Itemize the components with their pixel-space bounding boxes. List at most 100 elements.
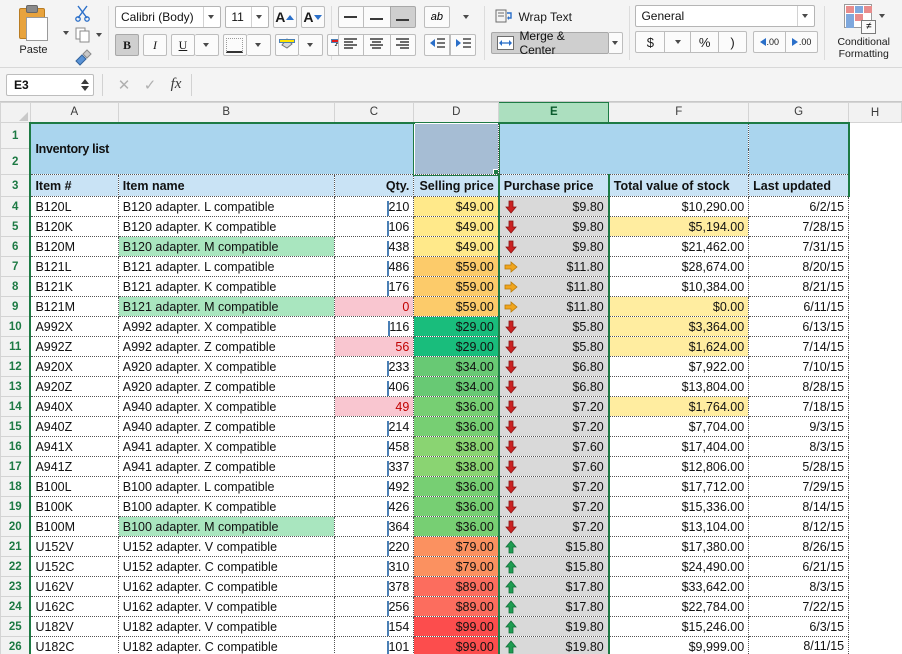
cell-item-no[interactable]: B121M (30, 297, 118, 317)
cell-purchase-price[interactable]: $7.20 (499, 397, 609, 417)
header-total-value[interactable]: Total value of stock (609, 175, 749, 197)
cell-selling-price[interactable]: $29.00 (414, 317, 499, 337)
header-item-no[interactable]: Item # (30, 175, 118, 197)
format-painter-button[interactable] (73, 47, 102, 67)
cell-qty[interactable]: 458 (334, 437, 414, 457)
cell-item-no[interactable]: A992Z (30, 337, 118, 357)
cell-purchase-price[interactable]: $7.60 (499, 437, 609, 457)
cell-item-no[interactable]: B100L (30, 477, 118, 497)
cell-selling-price[interactable]: $36.00 (414, 477, 499, 497)
cell-h1[interactable] (849, 123, 902, 149)
cell-item-name[interactable]: B120 adapter. L compatible (118, 197, 334, 217)
cell-item-no[interactable]: A992X (30, 317, 118, 337)
row-header-25[interactable]: 25 (1, 617, 31, 637)
decrease-decimal-button[interactable]: .00 (786, 31, 819, 53)
cell-item-name[interactable]: B100 adapter. L compatible (118, 477, 334, 497)
cell-total-value[interactable]: $13,804.00 (609, 377, 749, 397)
cell-qty[interactable]: 364 (334, 517, 414, 537)
merge-center-button[interactable]: Merge & Center (491, 32, 608, 54)
accounting-dropdown-arrow[interactable] (665, 31, 691, 53)
cell-purchase-price[interactable]: $17.80 (499, 577, 609, 597)
cell-purchase-price[interactable]: $7.60 (499, 457, 609, 477)
row-header-5[interactable]: 5 (1, 217, 31, 237)
name-box-spinner[interactable] (81, 79, 91, 91)
cell-qty[interactable]: 378 (334, 577, 414, 597)
header-last-updated[interactable]: Last updated (749, 175, 849, 197)
cell-purchase-price[interactable]: $9.80 (499, 237, 609, 257)
cell-selling-price[interactable]: $49.00 (414, 217, 499, 237)
cell-selling-price[interactable]: $36.00 (414, 497, 499, 517)
cell-total-value[interactable]: $15,246.00 (609, 617, 749, 637)
cell-last-updated[interactable]: 8/3/15 (749, 577, 849, 597)
cell-total-value[interactable]: $17,380.00 (609, 537, 749, 557)
cell-total-value[interactable]: $3,364.00 (609, 317, 749, 337)
cell-empty-h[interactable] (849, 557, 902, 577)
cell-total-value[interactable]: $10,290.00 (609, 197, 749, 217)
number-format-dropdown-arrow[interactable] (797, 6, 812, 26)
cell-purchase-price[interactable]: $5.80 (499, 317, 609, 337)
cell-qty[interactable]: 214 (334, 417, 414, 437)
align-top-button[interactable] (338, 6, 364, 28)
align-center-button[interactable] (364, 34, 390, 56)
row-header-16[interactable]: 16 (1, 437, 31, 457)
sheet-title[interactable]: Inventory list (30, 123, 413, 175)
fx-icon[interactable]: fx (163, 76, 189, 93)
cell-empty-h[interactable] (849, 277, 902, 297)
cell-total-value[interactable]: $28,674.00 (609, 257, 749, 277)
cell-total-value[interactable]: $0.00 (609, 297, 749, 317)
cell-last-updated[interactable]: 6/2/15 (749, 197, 849, 217)
row-header-21[interactable]: 21 (1, 537, 31, 557)
row-header-11[interactable]: 11 (1, 337, 31, 357)
cell-last-updated[interactable]: 8/26/15 (749, 537, 849, 557)
cell-selling-price[interactable]: $79.00 (414, 557, 499, 577)
paste-dropdown-arrow[interactable] (61, 0, 69, 40)
cell-last-updated[interactable]: 7/29/15 (749, 477, 849, 497)
row-header-7[interactable]: 7 (1, 257, 31, 277)
cell-selling-price[interactable]: $49.00 (414, 197, 499, 217)
cell-last-updated[interactable]: 6/13/15 (749, 317, 849, 337)
header-item-name[interactable]: Item name (118, 175, 334, 197)
confirm-icon[interactable]: ✓ (137, 76, 163, 94)
cell-qty[interactable]: 49 (334, 397, 414, 417)
cell-item-name[interactable]: U162 adapter. V compatible (118, 597, 334, 617)
decrease-indent-button[interactable] (424, 34, 450, 56)
header-selling-price[interactable]: Selling price (414, 175, 499, 197)
cell-selling-price[interactable]: $99.00 (414, 637, 499, 654)
cell-item-name[interactable]: B100 adapter. K compatible (118, 497, 334, 517)
cell-last-updated[interactable]: 8/14/15 (749, 497, 849, 517)
row-header-2[interactable]: 2 (1, 149, 31, 175)
align-bottom-button[interactable] (390, 6, 416, 28)
cell-item-no[interactable]: B100K (30, 497, 118, 517)
cell-total-value[interactable]: $12,806.00 (609, 457, 749, 477)
cell-last-updated[interactable]: 8/12/15 (749, 517, 849, 537)
cell-item-name[interactable]: B121 adapter. K compatible (118, 277, 334, 297)
cell-purchase-price[interactable]: $9.80 (499, 197, 609, 217)
cell-last-updated[interactable]: 6/11/15 (749, 297, 849, 317)
cell-item-no[interactable]: A941X (30, 437, 118, 457)
row-header-6[interactable]: 6 (1, 237, 31, 257)
row-header-26[interactable]: 26 (1, 637, 31, 654)
merge-center-dropdown-arrow[interactable] (609, 32, 623, 54)
cell-selling-price[interactable]: $59.00 (414, 277, 499, 297)
cell-qty[interactable]: 101 (334, 637, 414, 654)
cell-empty-h[interactable] (849, 397, 902, 417)
align-middle-button[interactable] (364, 6, 390, 28)
cell-selling-price[interactable]: $29.00 (414, 337, 499, 357)
font-size-combo[interactable]: 11 (225, 6, 268, 28)
cell-purchase-price[interactable]: $11.80 (499, 297, 609, 317)
cell-qty[interactable]: 492 (334, 477, 414, 497)
cell-selling-price[interactable]: $38.00 (414, 457, 499, 477)
number-format-combo[interactable]: General (635, 5, 815, 27)
cell-item-no[interactable]: A920X (30, 357, 118, 377)
row-header-18[interactable]: 18 (1, 477, 31, 497)
conditional-formatting-dropdown-arrow[interactable] (879, 14, 885, 18)
cell-item-no[interactable]: B121K (30, 277, 118, 297)
cell-item-name[interactable]: B121 adapter. M compatible (118, 297, 334, 317)
cell-total-value[interactable]: $1,624.00 (609, 337, 749, 357)
cell-qty[interactable]: 233 (334, 357, 414, 377)
cell-last-updated[interactable]: 9/3/15 (749, 417, 849, 437)
row-header-14[interactable]: 14 (1, 397, 31, 417)
header-purchase-price[interactable]: Purchase price (499, 175, 609, 197)
cell-last-updated[interactable]: 8/11/15 (749, 637, 849, 654)
font-size-dropdown-arrow[interactable] (251, 7, 266, 27)
